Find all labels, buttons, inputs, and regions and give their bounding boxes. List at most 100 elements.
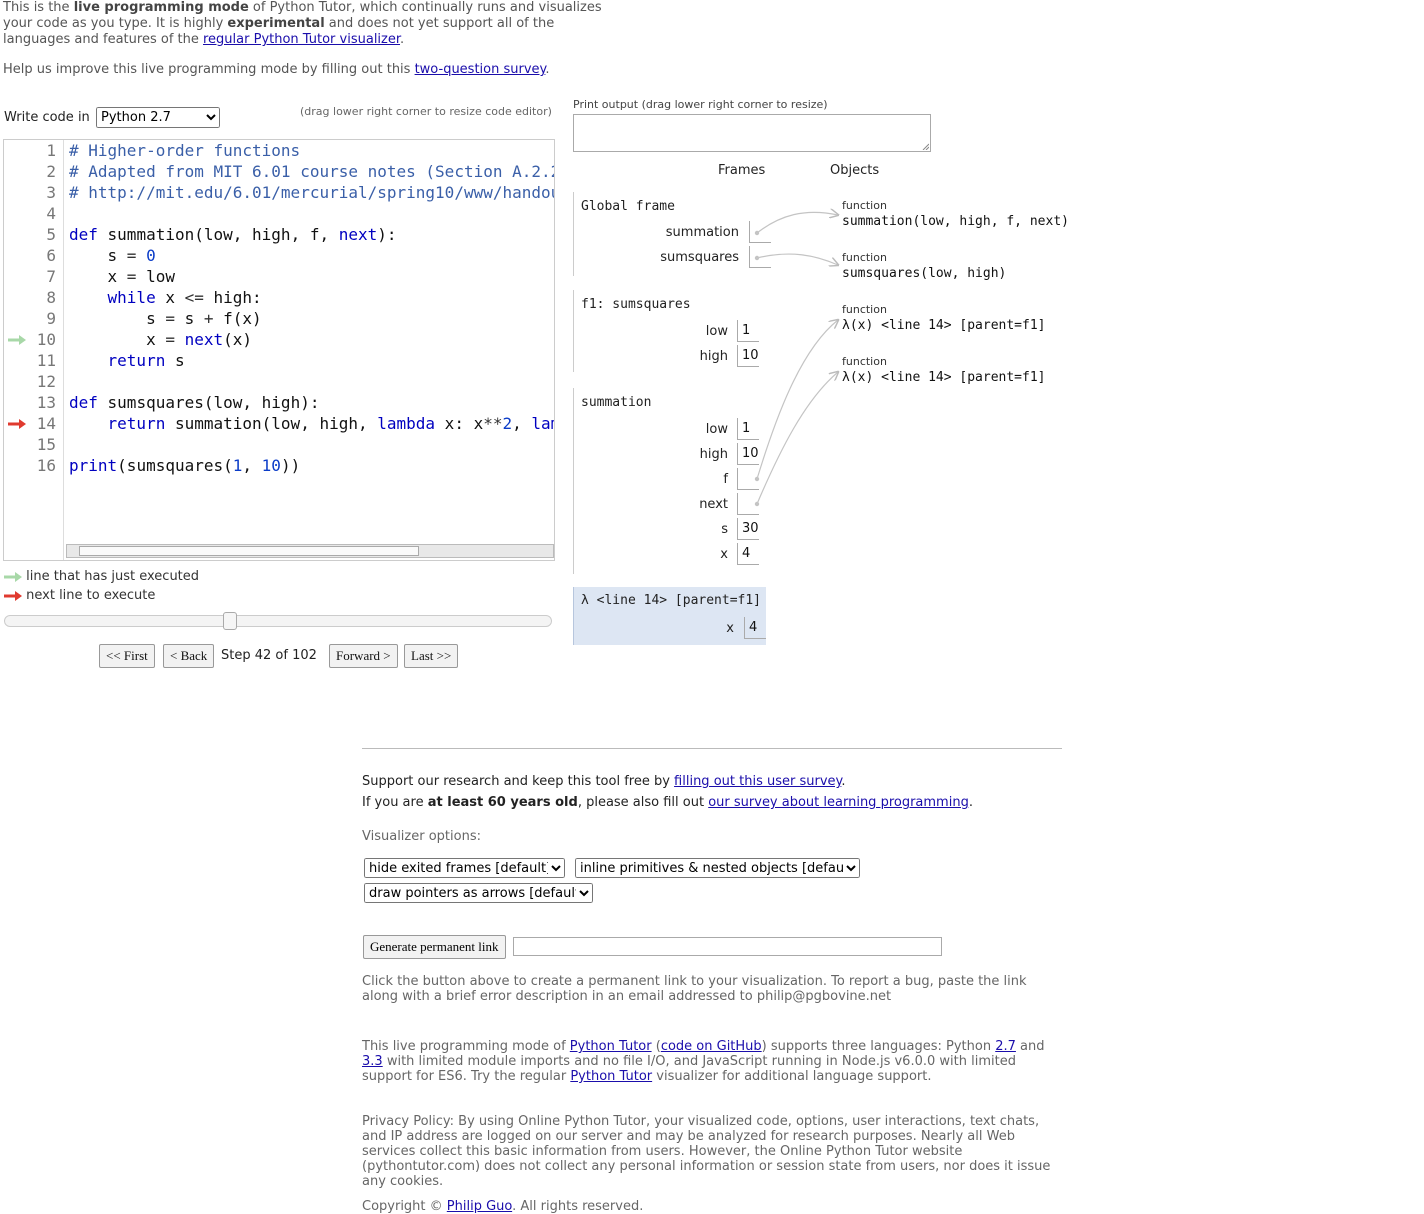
learning-survey-link[interactable]: our survey about learning programming xyxy=(708,795,969,810)
line-number: 15 xyxy=(36,435,56,454)
pointer-box xyxy=(737,468,759,490)
code-line-7: x = low xyxy=(69,267,175,286)
line-number: 9 xyxy=(46,309,56,328)
line-number: 8 xyxy=(46,288,56,307)
language-select[interactable]: Python 2.7Python 3.3JavaScript ES6 xyxy=(96,107,220,128)
code-line-6: s = 0 xyxy=(69,246,156,265)
var-high: high xyxy=(699,349,728,364)
legend-next-line: next line to execute xyxy=(4,588,155,603)
horizontal-scrollbar[interactable] xyxy=(66,544,554,558)
function-object-sumsquares: sumsquares(low, high) xyxy=(842,266,1007,281)
permanent-link-field[interactable] xyxy=(513,937,942,956)
var-next: next xyxy=(699,497,728,512)
value-x: 4 xyxy=(737,543,759,565)
line-number: 11 xyxy=(36,351,56,370)
red-arrow-icon xyxy=(8,419,26,429)
survey-text: Help us improve this live programming mo… xyxy=(3,62,415,77)
code-line-3: # http://mit.edu/6.01/mercurial/spring10… xyxy=(69,183,555,202)
lang-text: ( xyxy=(651,1039,661,1054)
support-paragraph: Support our research and keep this tool … xyxy=(362,774,1062,789)
value-s: 30 xyxy=(737,518,759,540)
resize-grip-icon[interactable] xyxy=(921,142,929,150)
var-f: f xyxy=(723,472,728,487)
user-survey-link[interactable]: filling out this user survey xyxy=(674,774,841,789)
print-output-box[interactable] xyxy=(573,114,931,152)
code-text[interactable]: # Higher-order functions # Adapted from … xyxy=(69,140,554,475)
f1-frame: f1: sumsquares low 1 high 10 xyxy=(573,290,763,372)
scrollbar-thumb[interactable] xyxy=(79,546,419,556)
legend-just-executed-label: line that has just executed xyxy=(26,569,200,584)
code-line-1: # Higher-order functions xyxy=(69,141,301,160)
code-line-13: def sumsquares(low, high): xyxy=(69,393,320,412)
var-low: low xyxy=(705,422,728,437)
survey-text: . xyxy=(545,62,550,77)
support-text: Support our research and keep this tool … xyxy=(362,774,675,789)
footer-divider xyxy=(362,748,1062,749)
frames-option-select[interactable]: hide exited frames [default] xyxy=(364,858,565,878)
frame-name: Global frame xyxy=(581,199,675,214)
var-sumsquares: sumsquares xyxy=(660,250,739,265)
age-paragraph: If you are at least 60 years old, please… xyxy=(362,795,1062,810)
line-number: 12 xyxy=(36,372,56,391)
philip-guo-link[interactable]: Philip Guo xyxy=(447,1199,512,1214)
line-number: 6 xyxy=(46,246,56,265)
age-bold: at least 60 years old xyxy=(427,795,578,810)
code-line-8: while x <= high: xyxy=(107,288,262,307)
age-text: If you are xyxy=(362,795,428,810)
languages-paragraph: This live programming mode of Python Tut… xyxy=(362,1039,1062,1084)
intro-text: . xyxy=(400,32,405,47)
value-x: 4 xyxy=(744,617,766,639)
pointers-option-select[interactable]: draw pointers as arrows [default] xyxy=(364,883,593,903)
line-number: 1 xyxy=(46,141,56,160)
lang-text: ) supports three languages: Python xyxy=(761,1039,996,1054)
pointer-box xyxy=(749,221,771,243)
back-button[interactable]: < Back xyxy=(163,644,215,668)
line-number: 3 xyxy=(46,183,56,202)
privacy-policy: Privacy Policy: By using Online Python T… xyxy=(362,1114,1051,1189)
arrow-next xyxy=(756,372,838,505)
function-object-summation: summation(low, high, f, next) xyxy=(842,214,1069,229)
write-code-label: Write code in xyxy=(4,110,90,125)
generate-permanent-link-button[interactable]: Generate permanent link xyxy=(363,935,506,959)
frame-name: summation xyxy=(581,395,652,410)
regular-visualizer-link[interactable]: regular Python Tutor visualizer xyxy=(203,32,400,47)
intro-bold-experimental: experimental xyxy=(227,16,325,31)
frames-header: Frames xyxy=(718,163,766,178)
first-button[interactable]: << First xyxy=(99,644,155,668)
var-high: high xyxy=(699,447,728,462)
copyright-text: . All rights reserved. xyxy=(512,1199,644,1214)
python33-link[interactable]: 3.3 xyxy=(362,1054,383,1069)
two-question-survey-link[interactable]: two-question survey xyxy=(415,62,546,77)
code-line-10: x = next(x) xyxy=(69,330,253,349)
line-number: 13 xyxy=(36,393,56,412)
frame-name: f1: sumsquares xyxy=(581,297,691,312)
var-x: x xyxy=(720,547,728,562)
support-text: . xyxy=(841,774,846,789)
permanent-link-note: Click the button above to create a perma… xyxy=(362,974,1027,1004)
regular-python-tutor-link[interactable]: Python Tutor xyxy=(570,1069,652,1084)
inline-option-select[interactable]: inline primitives & nested objects [defa… xyxy=(575,858,860,878)
lambda-frame: λ <line 14> [parent=f1] x 4 xyxy=(573,587,766,645)
intro-bold-live: live programming mode xyxy=(73,0,249,15)
code-editor[interactable]: 1 2 3 4 5 6 7 8 9 10 11 12 13 14 15 16 # Higher-order f… xyxy=(3,139,555,561)
code-line-5: def summation(low, high, f, next): xyxy=(69,225,397,244)
step-slider[interactable] xyxy=(4,612,552,630)
python27-link[interactable]: 2.7 xyxy=(995,1039,1016,1054)
github-link[interactable]: code on GitHub xyxy=(661,1039,762,1054)
step-slider-handle[interactable] xyxy=(223,612,237,630)
forward-button[interactable]: Forward > xyxy=(329,644,398,668)
python-tutor-link[interactable]: Python Tutor xyxy=(570,1039,652,1054)
objects-header: Objects xyxy=(830,163,880,178)
lang-text: visualizer for additional language suppo… xyxy=(652,1069,932,1084)
lang-text: This live programming mode of xyxy=(362,1039,570,1054)
code-line-9: s = s + f(x) xyxy=(69,309,262,328)
object-type-label: function xyxy=(842,355,887,368)
age-text: . xyxy=(968,795,973,810)
line-number: 5 xyxy=(46,225,56,244)
green-arrow-icon xyxy=(4,571,22,582)
var-summation: summation xyxy=(665,225,739,240)
line-number: 16 xyxy=(36,456,56,475)
line-number: 4 xyxy=(46,204,56,223)
legend-next-line-label: next line to execute xyxy=(26,588,156,603)
last-button[interactable]: Last >> xyxy=(404,644,459,668)
